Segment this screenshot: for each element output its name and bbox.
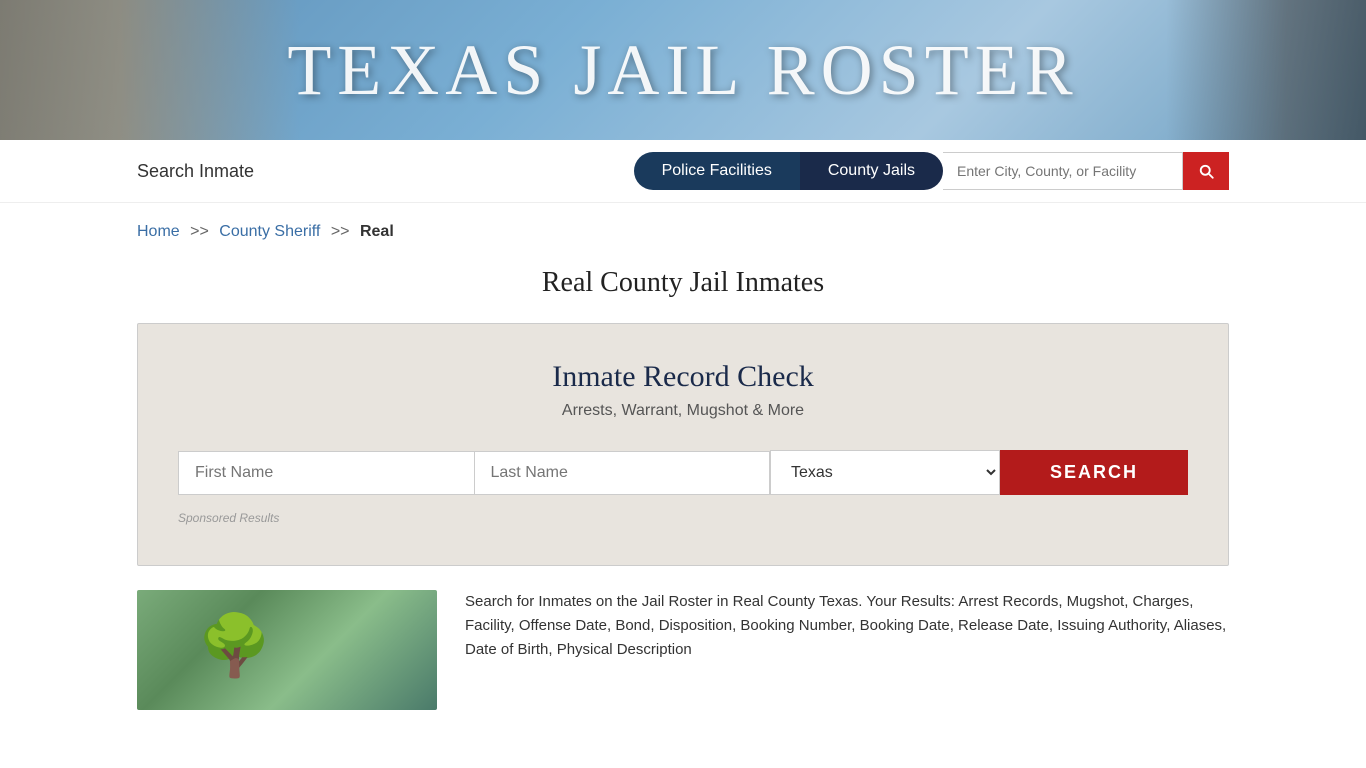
right-decoration [1166, 0, 1366, 140]
breadcrumb-current: Real [360, 223, 394, 240]
breadcrumb: Home >> County Sheriff >> Real [0, 203, 1366, 251]
facility-search-button[interactable] [1183, 152, 1229, 190]
capitol-decoration [0, 0, 300, 140]
tab-county-jails[interactable]: County Jails [800, 152, 943, 190]
breadcrumb-sep2: >> [331, 223, 350, 240]
first-name-input[interactable] [178, 451, 474, 495]
header-banner: Texas Jail Roster [0, 0, 1366, 140]
inmate-search-row: AlabamaAlaskaArizonaArkansasCaliforniaCo… [178, 450, 1188, 495]
county-image [137, 590, 437, 710]
search-inmate-label: Search Inmate [137, 161, 254, 182]
county-description: Search for Inmates on the Jail Roster in… [465, 590, 1229, 710]
site-title: Texas Jail Roster [287, 29, 1078, 112]
breadcrumb-county-sheriff[interactable]: County Sheriff [219, 223, 320, 240]
nav-bar: Search Inmate Police Facilities County J… [0, 140, 1366, 203]
nav-right: Police Facilities County Jails [634, 152, 1229, 190]
search-icon [1197, 162, 1215, 180]
breadcrumb-sep1: >> [190, 223, 209, 240]
state-select[interactable]: AlabamaAlaskaArizonaArkansasCaliforniaCo… [770, 450, 1000, 495]
last-name-input[interactable] [474, 451, 771, 495]
record-check-box: Inmate Record Check Arrests, Warrant, Mu… [137, 323, 1229, 566]
record-check-title: Inmate Record Check [178, 360, 1188, 394]
facility-search-input[interactable] [943, 152, 1183, 190]
sponsored-label: Sponsored Results [178, 511, 1188, 525]
breadcrumb-home[interactable]: Home [137, 223, 180, 240]
bottom-section: Search for Inmates on the Jail Roster in… [137, 590, 1229, 710]
record-check-subtitle: Arrests, Warrant, Mugshot & More [178, 402, 1188, 420]
inmate-search-button[interactable]: SEARCH [1000, 450, 1188, 495]
page-title: Real County Jail Inmates [0, 251, 1366, 323]
tab-police-facilities[interactable]: Police Facilities [634, 152, 800, 190]
